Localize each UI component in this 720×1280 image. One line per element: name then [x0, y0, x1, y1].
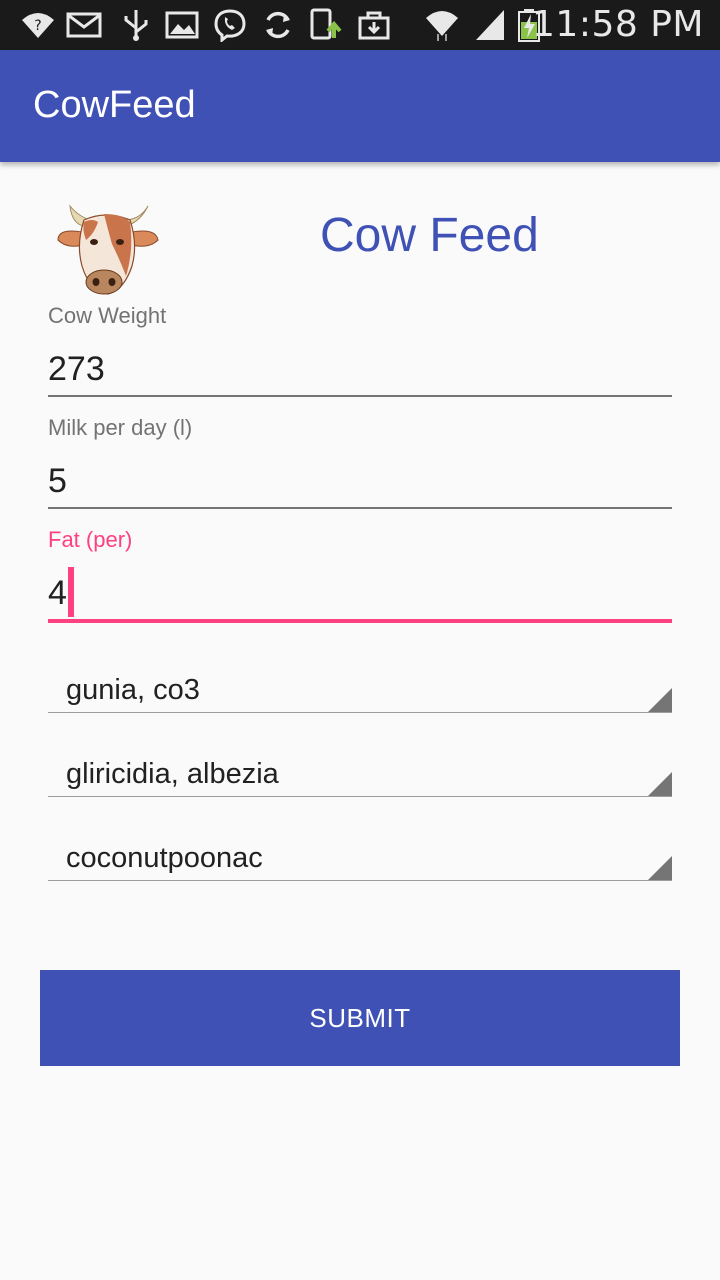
spinner-underline: [48, 796, 672, 797]
mail-icon: [66, 12, 102, 38]
milk-per-day-label: Milk per day (l): [48, 415, 193, 440]
phone-upload-icon: [310, 8, 342, 40]
cow-weight-input[interactable]: 273: [48, 350, 105, 389]
viber-icon: [214, 9, 246, 42]
submit-button[interactable]: SUBMIT: [40, 970, 680, 1066]
milk-per-day-underline: [48, 507, 672, 509]
cow-weight-underline: [48, 395, 672, 397]
svg-text:?: ?: [34, 18, 41, 34]
app-title: CowFeed: [33, 84, 196, 126]
cow-head-icon: [57, 204, 159, 295]
wifi-question-icon: ?: [22, 13, 54, 38]
spinner-feed-2[interactable]: gliricidia, albezia: [66, 758, 279, 791]
spinner-underline: [48, 880, 672, 881]
page-title: Cow Feed: [320, 209, 539, 262]
usb-icon: [124, 10, 148, 41]
text-cursor: [68, 567, 74, 617]
app-bar: CowFeed: [0, 50, 720, 162]
spinner-feed-1[interactable]: gunia, co3: [66, 674, 200, 707]
milk-per-day-input[interactable]: 5: [48, 462, 67, 501]
dropdown-arrow-icon[interactable]: [648, 688, 672, 712]
spinner-underline: [48, 712, 672, 713]
dropdown-arrow-icon[interactable]: [648, 856, 672, 880]
status-time: 11:58 PM: [532, 4, 704, 45]
image-icon: [165, 11, 199, 39]
wifi-icon: [426, 11, 458, 41]
cow-weight-label: Cow Weight: [48, 303, 167, 328]
dropdown-arrow-icon[interactable]: [648, 772, 672, 796]
signal-icon: [476, 10, 504, 40]
bag-icon: [358, 11, 390, 40]
fat-label: Fat (per): [48, 527, 133, 552]
spinner-feed-3[interactable]: coconutpoonac: [66, 842, 263, 875]
fat-underline: [48, 619, 672, 623]
sync-icon: [266, 11, 290, 39]
fat-input[interactable]: 4: [48, 574, 67, 613]
status-bar: ? 11:58 PM: [0, 0, 720, 50]
submit-button-label: SUBMIT: [309, 1002, 411, 1033]
